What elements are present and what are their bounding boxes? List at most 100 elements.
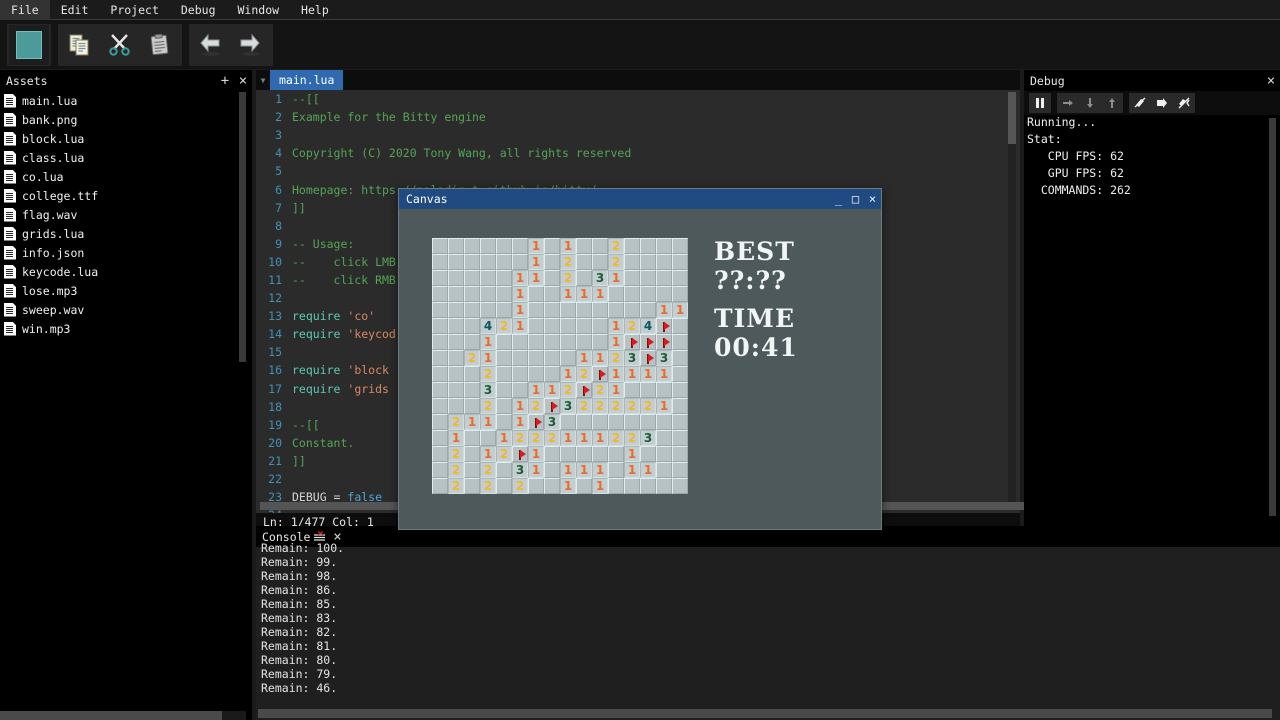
- grid-cell[interactable]: [432, 478, 448, 494]
- grid-cell[interactable]: [544, 462, 560, 478]
- grid-cell[interactable]: 1: [592, 478, 608, 494]
- grid-cell[interactable]: [464, 334, 480, 350]
- grid-cell[interactable]: [672, 286, 688, 302]
- grid-cell[interactable]: 1: [576, 286, 592, 302]
- grid-cell[interactable]: [656, 318, 672, 334]
- grid-cell[interactable]: [608, 414, 624, 430]
- grid-cell[interactable]: [432, 366, 448, 382]
- grid-cell[interactable]: 1: [656, 302, 672, 318]
- grid-cell[interactable]: 1: [576, 430, 592, 446]
- grid-cell[interactable]: [624, 254, 640, 270]
- grid-cell[interactable]: [464, 286, 480, 302]
- grid-cell[interactable]: [672, 270, 688, 286]
- redo-button[interactable]: [231, 25, 271, 65]
- grid-cell[interactable]: [672, 350, 688, 366]
- grid-cell[interactable]: 2: [448, 414, 464, 430]
- grid-cell[interactable]: [464, 382, 480, 398]
- grid-cell[interactable]: [528, 302, 544, 318]
- grid-cell[interactable]: [576, 478, 592, 494]
- grid-cell[interactable]: 1: [560, 462, 576, 478]
- grid-cell[interactable]: 2: [640, 398, 656, 414]
- paste-button[interactable]: [140, 25, 180, 65]
- grid-cell[interactable]: 3: [560, 398, 576, 414]
- grid-cell[interactable]: 1: [480, 334, 496, 350]
- list-item[interactable]: sweep.wav: [0, 300, 246, 319]
- grid-cell[interactable]: 1: [592, 462, 608, 478]
- grid-cell[interactable]: [496, 382, 512, 398]
- grid-cell[interactable]: [448, 334, 464, 350]
- grid-cell[interactable]: [624, 382, 640, 398]
- grid-cell[interactable]: 1: [640, 462, 656, 478]
- grid-cell[interactable]: [464, 398, 480, 414]
- grid-cell[interactable]: [656, 270, 672, 286]
- grid-cell[interactable]: [672, 430, 688, 446]
- grid-cell[interactable]: [640, 238, 656, 254]
- grid-cell[interactable]: [496, 366, 512, 382]
- grid-cell[interactable]: [464, 270, 480, 286]
- grid-cell[interactable]: 2: [624, 430, 640, 446]
- list-item[interactable]: main.lua: [0, 91, 246, 110]
- grid-cell[interactable]: 1: [480, 414, 496, 430]
- grid-cell[interactable]: 1: [464, 414, 480, 430]
- grid-cell[interactable]: [672, 414, 688, 430]
- list-item[interactable]: college.ttf: [0, 186, 246, 205]
- grid-cell[interactable]: [640, 350, 656, 366]
- grid-cell[interactable]: [512, 254, 528, 270]
- grid-cell[interactable]: [576, 318, 592, 334]
- grid-cell[interactable]: 2: [480, 398, 496, 414]
- menu-item-window[interactable]: Window: [227, 0, 291, 20]
- list-item[interactable]: keycode.lua: [0, 262, 246, 281]
- assets-file-list[interactable]: main.luabank.pngblock.luaclass.luaco.lua…: [0, 91, 246, 704]
- grid-cell[interactable]: [432, 238, 448, 254]
- console-output[interactable]: Remain: 100.Remain: 99.Remain: 98.Remain…: [256, 541, 1280, 707]
- grid-cell[interactable]: 4: [480, 318, 496, 334]
- grid-cell[interactable]: 1: [528, 382, 544, 398]
- grid-cell[interactable]: [656, 254, 672, 270]
- grid-cell[interactable]: 3: [656, 350, 672, 366]
- grid-cell[interactable]: [544, 366, 560, 382]
- grid-cell[interactable]: 2: [496, 446, 512, 462]
- grid-cell[interactable]: [672, 382, 688, 398]
- grid-cell[interactable]: 3: [544, 414, 560, 430]
- grid-cell[interactable]: 1: [592, 430, 608, 446]
- grid-cell[interactable]: [496, 254, 512, 270]
- grid-cell[interactable]: [544, 254, 560, 270]
- grid-cell[interactable]: [448, 254, 464, 270]
- grid-cell[interactable]: 1: [528, 462, 544, 478]
- grid-cell[interactable]: 3: [624, 350, 640, 366]
- grid-cell[interactable]: [448, 302, 464, 318]
- grid-cell[interactable]: 2: [480, 366, 496, 382]
- grid-cell[interactable]: 1: [608, 270, 624, 286]
- grid-cell[interactable]: [432, 446, 448, 462]
- grid-cell[interactable]: 2: [560, 382, 576, 398]
- grid-cell[interactable]: [544, 238, 560, 254]
- grid-cell[interactable]: [576, 334, 592, 350]
- grid-cell[interactable]: 1: [576, 462, 592, 478]
- grid-cell[interactable]: 1: [656, 366, 672, 382]
- editor-vertical-scrollbar[interactable]: [1008, 92, 1016, 144]
- grid-cell[interactable]: [496, 286, 512, 302]
- grid-cell[interactable]: 1: [512, 286, 528, 302]
- grid-cell[interactable]: 1: [544, 382, 560, 398]
- grid-cell[interactable]: [544, 270, 560, 286]
- toggle-breakpoint-button[interactable]: [1129, 93, 1151, 113]
- editor-vertical-scroll-track[interactable]: [1008, 92, 1016, 510]
- grid-cell[interactable]: [480, 270, 496, 286]
- grid-cell[interactable]: [480, 254, 496, 270]
- grid-cell[interactable]: [608, 446, 624, 462]
- grid-cell[interactable]: [592, 254, 608, 270]
- grid-cell[interactable]: [512, 366, 528, 382]
- grid-cell[interactable]: 1: [560, 286, 576, 302]
- grid-cell[interactable]: 1: [496, 430, 512, 446]
- grid-cell[interactable]: [624, 414, 640, 430]
- grid-cell[interactable]: [432, 382, 448, 398]
- grid-cell[interactable]: 2: [624, 318, 640, 334]
- grid-cell[interactable]: [656, 286, 672, 302]
- grid-cell[interactable]: [496, 302, 512, 318]
- grid-cell[interactable]: [592, 238, 608, 254]
- grid-cell[interactable]: 1: [608, 366, 624, 382]
- grid-cell[interactable]: 2: [592, 382, 608, 398]
- list-item[interactable]: lose.mp3: [0, 281, 246, 300]
- grid-cell[interactable]: [464, 302, 480, 318]
- grid-cell[interactable]: [672, 254, 688, 270]
